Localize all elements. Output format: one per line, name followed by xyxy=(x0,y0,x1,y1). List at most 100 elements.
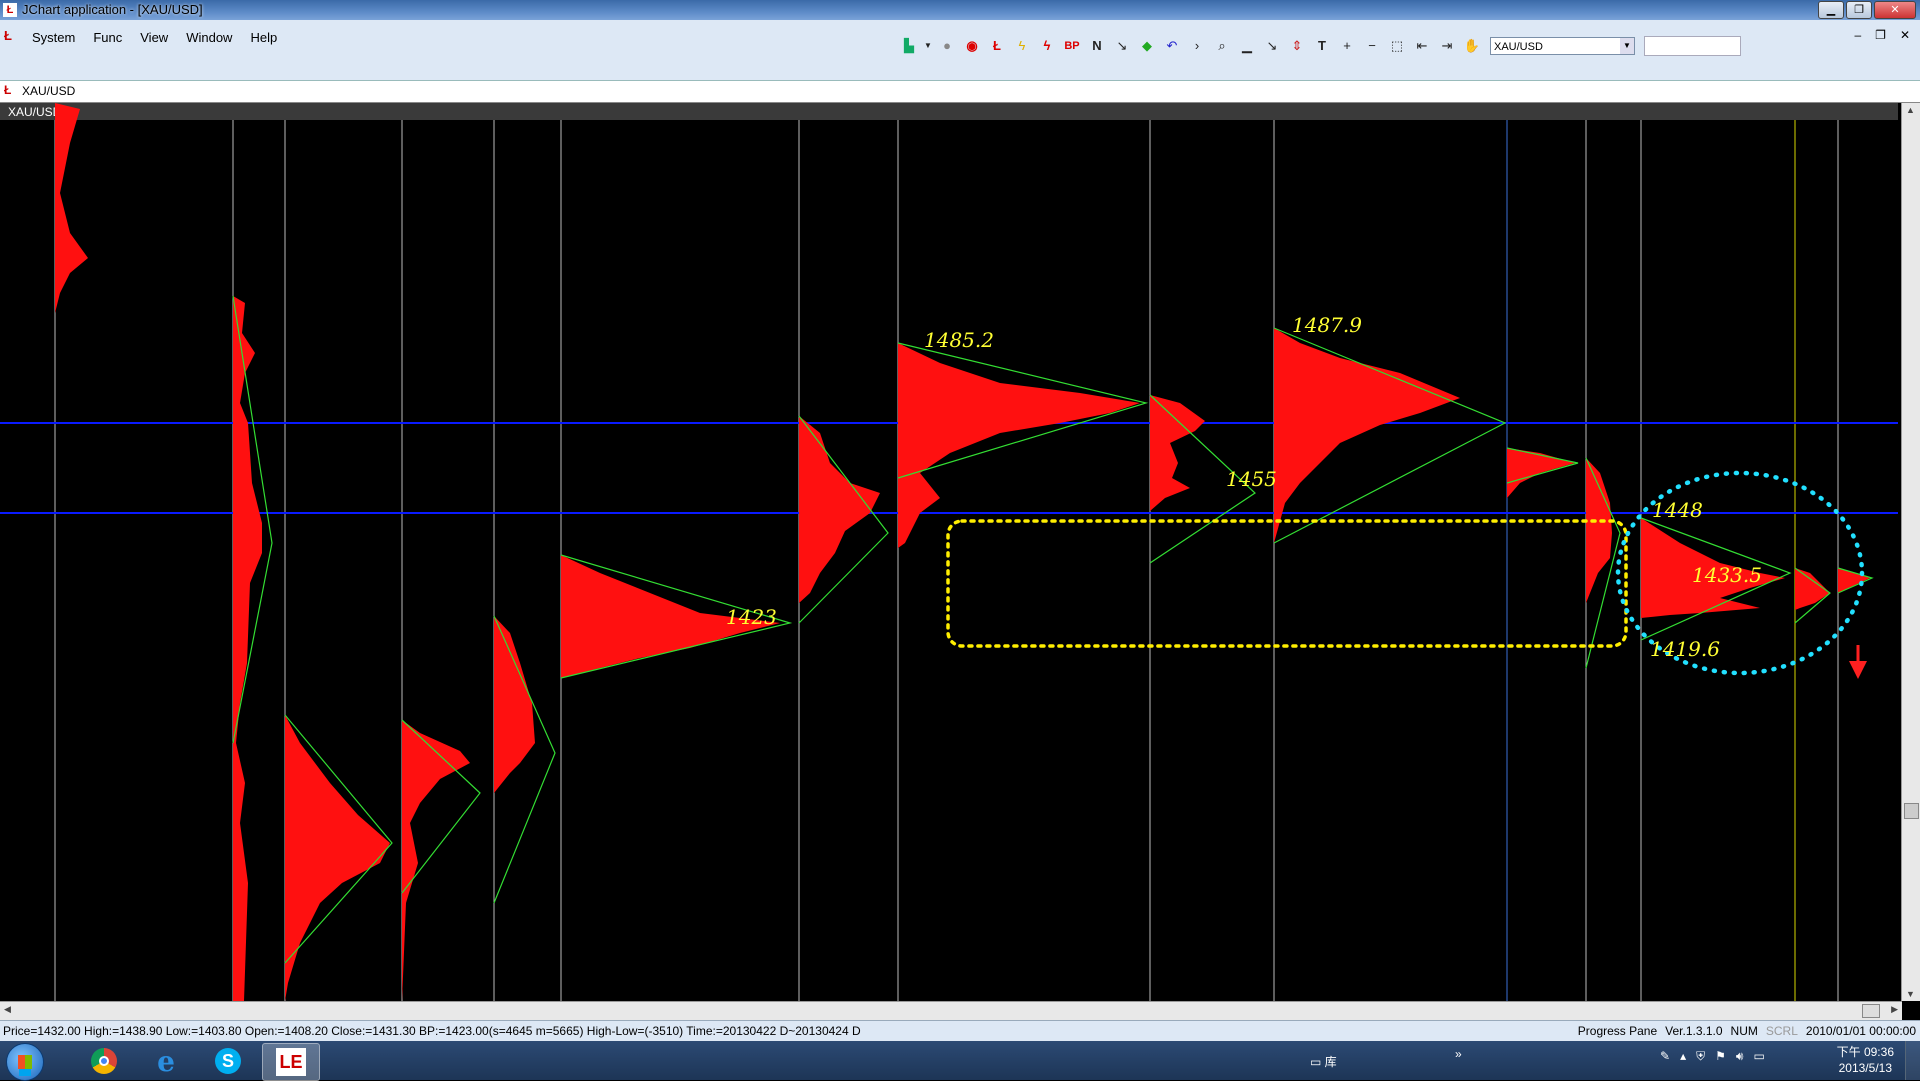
scroll-right-arrow-icon[interactable]: ▶ xyxy=(1891,1004,1898,1015)
flag-icon[interactable]: ⚑ xyxy=(1715,1049,1726,1064)
cube-icon[interactable]: ◆ xyxy=(1136,35,1158,57)
show-hidden-icons[interactable]: ▴ xyxy=(1680,1049,1686,1064)
start-button[interactable] xyxy=(6,1043,44,1081)
taskbar-chrome[interactable] xyxy=(76,1043,132,1079)
menu-system[interactable]: System xyxy=(32,30,75,45)
lightning-icon[interactable]: ϟ xyxy=(1011,35,1033,57)
symbol-select-value: XAU/USD xyxy=(1494,41,1543,53)
taskbar-skype[interactable]: S xyxy=(200,1043,256,1079)
minimize-button[interactable]: ▁ xyxy=(1818,1,1844,19)
skype-icon: S xyxy=(215,1048,241,1074)
mdi-minimize-button[interactable]: – xyxy=(1854,28,1861,42)
text-tool-icon[interactable]: T xyxy=(1311,35,1333,57)
profile xyxy=(285,715,390,1001)
minus-icon[interactable]: − xyxy=(1361,35,1383,57)
symbol-input[interactable]: XAU/USD xyxy=(22,84,75,98)
bp-icon[interactable]: BP xyxy=(1061,35,1083,57)
price-label: 1485.2 xyxy=(924,328,994,352)
plus-icon[interactable]: + xyxy=(1336,35,1358,57)
profile xyxy=(1150,395,1205,511)
profile xyxy=(494,616,535,793)
maximize-button[interactable]: ❐ xyxy=(1846,1,1872,19)
menu-view[interactable]: View xyxy=(140,30,168,45)
circle-icon[interactable]: ● xyxy=(936,35,958,57)
chevron-down-icon[interactable]: ▼ xyxy=(1620,38,1634,54)
menu-window[interactable]: Window xyxy=(186,30,232,45)
horizontal-scrollbar[interactable]: ◀ ▶ xyxy=(0,1001,1902,1020)
highlight-box xyxy=(946,519,1628,648)
close-button[interactable]: ✕ xyxy=(1874,1,1916,19)
horizontal-scroll-thumb[interactable] xyxy=(1862,1004,1880,1018)
price-label: 1423 xyxy=(726,605,777,629)
chrome-icon xyxy=(91,1048,117,1074)
taskbar: e S LE ▭ 库 » ✎ ▴ ⛨ ⚑ 🔊︎ ▭ 下午 09:36 2013/… xyxy=(0,1041,1920,1081)
n-alt-icon[interactable]: ↘ xyxy=(1111,35,1133,57)
menu-help[interactable]: Help xyxy=(250,30,277,45)
profile xyxy=(1274,328,1460,543)
profile xyxy=(898,343,1140,548)
forward-icon[interactable]: › xyxy=(1186,35,1208,57)
profiles xyxy=(55,103,1870,1001)
menu-func[interactable]: Func xyxy=(93,30,122,45)
mdi-close-button[interactable]: ✕ xyxy=(1900,28,1910,42)
search-input[interactable] xyxy=(1644,36,1741,56)
vertical-scroll-thumb[interactable] xyxy=(1904,803,1919,819)
profile xyxy=(55,103,88,313)
toolbar: ▙ ▼ ● ◉ Ł ϟ ϟ BP N ↘ ◆ ↶ › ⌕ ▁ ↘ ⇕ T + −… xyxy=(898,34,1741,58)
diagonal-line-icon[interactable]: ↘ xyxy=(1261,35,1283,57)
jchart-logo-icon[interactable]: Ł xyxy=(986,35,1008,57)
clock[interactable]: 下午 09:36 2013/5/13 xyxy=(1837,1044,1894,1076)
jchart-logo-icon: Ł xyxy=(4,83,12,97)
tray-app-icon[interactable]: ✎ xyxy=(1660,1049,1670,1064)
clock-date: 2013/5/13 xyxy=(1838,1061,1892,1075)
mdi-restore-button[interactable]: ❐ xyxy=(1875,28,1886,42)
scroll-left-arrow-icon[interactable]: ◀ xyxy=(4,1004,11,1015)
price-label: 1487.9 xyxy=(1292,313,1362,337)
scroll-up-icon[interactable]: ▲ xyxy=(1906,105,1915,115)
jchart-menu-icon[interactable]: Ł xyxy=(4,28,12,43)
zoom-icon[interactable]: ⌕ xyxy=(1211,35,1233,57)
clock-time: 下午 09:36 xyxy=(1836,1045,1894,1059)
library-toolbar[interactable]: ▭ 库 xyxy=(1310,1053,1337,1070)
lightning-red-icon[interactable]: ϟ xyxy=(1036,35,1058,57)
undo-icon[interactable]: ↶ xyxy=(1161,35,1183,57)
scroll-left-icon[interactable]: ⇤ xyxy=(1411,35,1433,57)
internet-explorer-icon: e xyxy=(157,1044,175,1078)
volume-icon[interactable]: 🔊︎ xyxy=(1736,1049,1744,1064)
status-scrl: SCRL xyxy=(1765,1024,1798,1038)
price-label: 1433.5 xyxy=(1692,563,1762,587)
library-label: 库 xyxy=(1324,1055,1337,1069)
title-bar: Ł JChart application - [XAU/USD] ▁ ❐ ✕ xyxy=(0,0,1920,20)
profile xyxy=(799,416,880,603)
price-label: 1419.6 xyxy=(1650,637,1720,661)
taskbar-ie[interactable]: e xyxy=(138,1043,194,1079)
window-title: JChart application - [XAU/USD] xyxy=(22,2,203,17)
chart-pane[interactable]: XAU/USD 1485.2 1487.9 1423 1455 1448 143… xyxy=(0,103,1902,1001)
toolbar-chevron[interactable]: » xyxy=(1455,1047,1462,1061)
status-quote: Price=1432.00 High:=1438.90 Low:=1403.80… xyxy=(3,1024,861,1038)
network-icon[interactable]: ▭ xyxy=(1753,1049,1764,1064)
record-icon[interactable]: ◉ xyxy=(961,35,983,57)
vertical-scrollbar[interactable]: ▲ ▼ xyxy=(1901,103,1920,1001)
scroll-right-icon[interactable]: ⇥ xyxy=(1436,35,1458,57)
status-datetime: 2010/01/01 00:00:00 xyxy=(1805,1024,1916,1038)
show-desktop-button[interactable] xyxy=(1905,1041,1920,1080)
bar-chart-icon[interactable]: ▙ xyxy=(898,35,920,57)
symbol-select[interactable]: XAU/USD ▼ xyxy=(1490,37,1635,55)
system-tray: ✎ ▴ ⛨ ⚑ 🔊︎ ▭ xyxy=(1660,1049,1765,1064)
scroll-down-icon[interactable]: ▼ xyxy=(1906,989,1915,999)
line-icon[interactable]: ▁ xyxy=(1236,35,1258,57)
status-num: NUM xyxy=(1730,1024,1758,1038)
arrow-icon[interactable]: ⇕ xyxy=(1286,35,1308,57)
hand-icon[interactable]: ✋ xyxy=(1461,35,1483,57)
security-shield-icon[interactable]: ⛨ xyxy=(1696,1049,1705,1064)
symbol-bar: Ł XAU/USD xyxy=(0,81,1920,103)
n-icon[interactable]: N xyxy=(1086,35,1108,57)
status-version: Ver.1.3.1.0 xyxy=(1665,1024,1723,1038)
price-label: 1455 xyxy=(1226,467,1277,491)
market-profile-chart[interactable]: 1485.2 1487.9 1423 1455 1448 1433.5 1419… xyxy=(0,103,1898,1001)
dropdown-arrow-icon[interactable]: ▼ xyxy=(923,35,933,57)
profile xyxy=(402,720,470,1001)
select-rect-icon[interactable]: ⬚ xyxy=(1386,35,1408,57)
taskbar-jchart[interactable]: LE xyxy=(262,1043,320,1081)
